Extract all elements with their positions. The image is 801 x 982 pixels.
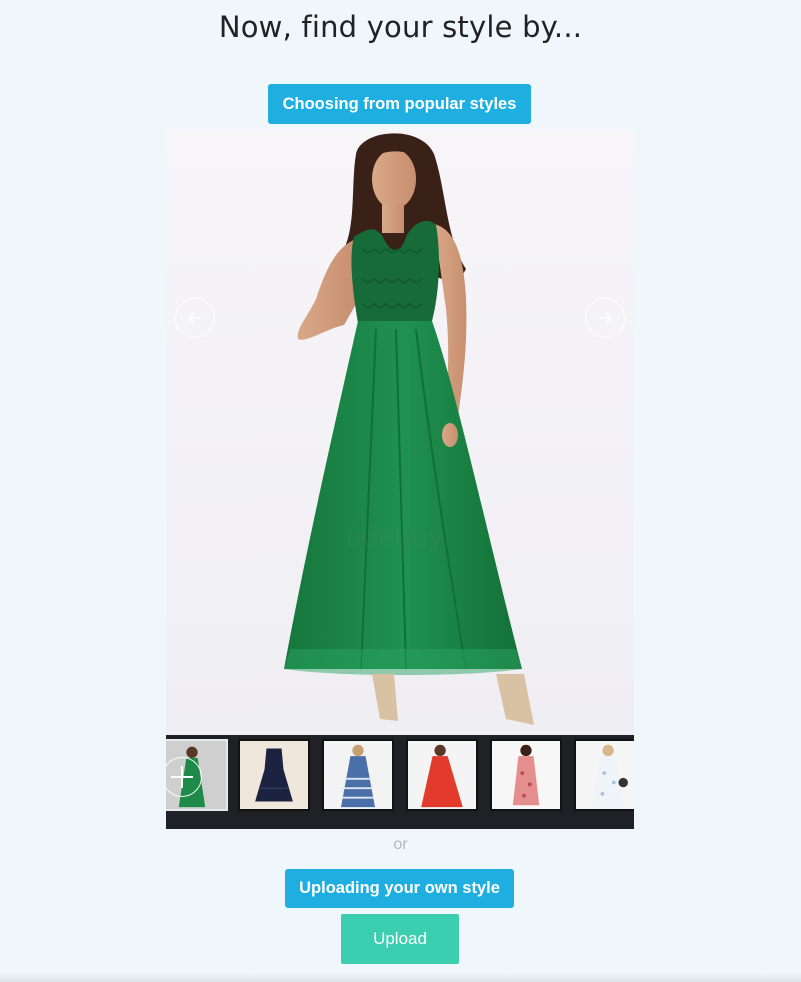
upload-button[interactable]: Upload xyxy=(341,914,459,964)
bottom-shadow xyxy=(0,972,801,982)
thumbnail-image xyxy=(492,741,560,809)
thumbnail-image xyxy=(576,741,634,809)
thumbnail-red-maxi-dress[interactable] xyxy=(406,739,478,811)
thumbnail-green-maxi-dress[interactable] xyxy=(166,739,228,811)
main-dress-image: tidebuy xyxy=(166,129,634,735)
previous-image-button[interactable] xyxy=(175,298,215,338)
thumbnail-blue-print-dress[interactable] xyxy=(322,739,394,811)
arrow-right-icon xyxy=(598,312,612,324)
next-image-button[interactable] xyxy=(585,298,625,338)
thumbnail-navy-lace-dress[interactable] xyxy=(238,739,310,811)
arrow-left-icon xyxy=(188,312,202,324)
watermark: tidebuy xyxy=(346,521,444,552)
thumbnail-image xyxy=(240,741,308,809)
thumbnail-pink-floral-dress[interactable] xyxy=(490,739,562,811)
thumbnail-strip xyxy=(166,737,634,817)
page-title: Now, find your style by... xyxy=(218,10,583,44)
model-green-dress-illustration xyxy=(284,133,534,725)
thumbnail-white-floral-dress[interactable] xyxy=(574,739,634,811)
style-gallery: tidebuy xyxy=(166,129,634,829)
choose-popular-styles-button[interactable]: Choosing from popular styles xyxy=(268,84,531,124)
thumbnail-image xyxy=(324,741,392,809)
thumbnail-image xyxy=(408,741,476,809)
upload-own-style-button[interactable]: Uploading your own style xyxy=(285,869,514,908)
or-separator: or xyxy=(393,836,408,853)
